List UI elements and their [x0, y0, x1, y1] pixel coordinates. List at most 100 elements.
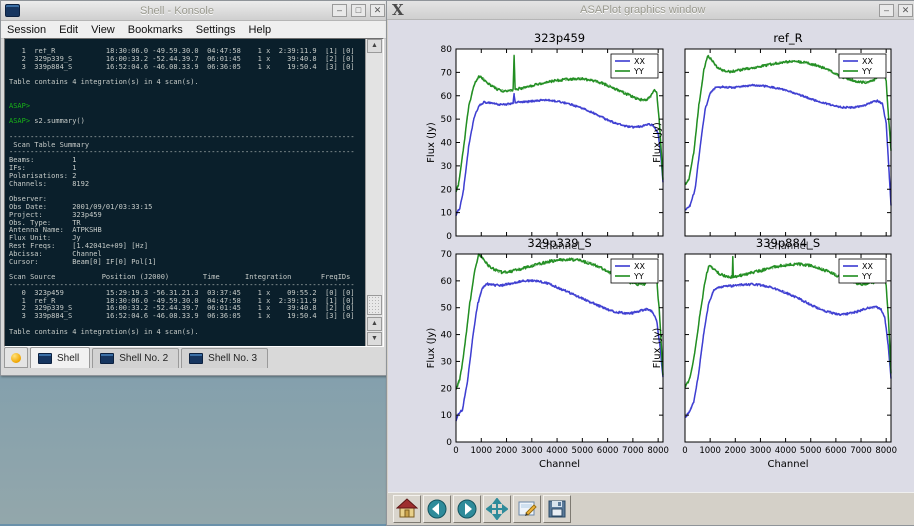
subplot-329p339_S: 329p339_S 0 1000 200030004000 50006000700080…: [426, 236, 669, 470]
menu-item-edit[interactable]: Edit: [59, 24, 78, 36]
plot-close-button[interactable]: ✕: [898, 4, 913, 17]
terminal-tab-icon: [189, 353, 203, 364]
konsole-window: Shell - Konsole – □ ✕ Session Edit View Boo…: [0, 0, 388, 376]
maximize-button[interactable]: □: [351, 4, 366, 17]
home-button[interactable]: [393, 495, 421, 523]
svg-text:70: 70: [441, 68, 453, 78]
close-button[interactable]: ✕: [370, 4, 385, 17]
svg-text:2000: 2000: [724, 446, 746, 456]
legend-label: XX: [634, 262, 645, 271]
subplot-323p459: 323p45901020304050607080Flux (Jy)XXYY: [426, 31, 663, 242]
terminal-tab-icon: [100, 353, 114, 364]
desktop: { "konsole": { "title": "Shell - Konsole…: [0, 0, 914, 524]
y-axis-label: Flux (Jy): [426, 328, 437, 369]
forward-button[interactable]: [453, 495, 481, 523]
plot-title: 323p459: [534, 31, 585, 45]
terminal-line: [9, 336, 365, 339]
konsole-window-title: Shell - Konsole: [24, 5, 330, 17]
konsole-tabbar: Shell Shell No. 2 Shell No. 3: [1, 348, 387, 368]
konsole-titlebar[interactable]: Shell - Konsole – □ ✕: [1, 1, 387, 21]
menu-item-help[interactable]: Help: [249, 24, 272, 36]
save-button[interactable]: [543, 495, 571, 523]
menu-item-session[interactable]: Session: [7, 24, 46, 36]
terminal-line: ASAP>: [9, 103, 365, 111]
svg-text:80: 80: [441, 45, 453, 55]
scroll-down-icon[interactable]: ▼: [367, 332, 382, 346]
svg-text:4000: 4000: [546, 446, 568, 456]
pan-button[interactable]: [483, 495, 511, 523]
legend-label: YY: [633, 67, 644, 76]
terminal-viewport[interactable]: 1 ref_R 18:30:06.0 -49.59.30.0 04:47:58 …: [4, 38, 384, 347]
svg-text:30: 30: [441, 162, 453, 172]
terminal-scrollbar[interactable]: ▲ ▲ ▼: [365, 39, 383, 346]
svg-text:70: 70: [441, 250, 453, 260]
svg-text:3000: 3000: [750, 446, 772, 456]
svg-text:60: 60: [441, 277, 453, 287]
menu-item-settings[interactable]: Settings: [196, 24, 236, 36]
legend-label: YY: [861, 67, 872, 76]
terminal-line: [9, 188, 365, 196]
y-axis-label: Flux (Jy): [426, 122, 437, 163]
tab-shell[interactable]: Shell: [30, 347, 90, 368]
forward-icon: [456, 498, 478, 520]
svg-text:2000: 2000: [496, 446, 518, 456]
asaplot-titlebar[interactable]: X ASAPlot graphics window – ✕: [387, 1, 914, 20]
svg-text:6000: 6000: [597, 446, 619, 456]
tab-label: Shell No. 2: [119, 353, 168, 364]
terminal-line: [9, 87, 365, 95]
svg-text:4000: 4000: [775, 446, 797, 456]
pan-icon: [486, 498, 508, 520]
terminal-text[interactable]: 1 ref_R 18:30:06.0 -49.59.30.0 04:47:58 …: [9, 48, 365, 339]
terminal-line: [9, 95, 365, 103]
svg-text:50: 50: [441, 304, 453, 314]
subplots-icon: [516, 498, 538, 520]
svg-text:8000: 8000: [875, 446, 897, 456]
subplot-339p884_S: 339p884_S0100020003000400050006000700080…: [652, 236, 897, 470]
y-axis-label: Flux (Jy): [652, 328, 663, 369]
minimize-button[interactable]: –: [332, 4, 347, 17]
tab-label: Shell: [57, 353, 79, 364]
figure-canvas[interactable]: ChannelChannel323p45901020304050607080Fl…: [388, 20, 914, 492]
svg-text:8000: 8000: [647, 446, 669, 456]
asap-prompt: ASAP>: [9, 102, 30, 110]
svg-text:3000: 3000: [521, 446, 543, 456]
tab-shell-no-2[interactable]: Shell No. 2: [92, 348, 179, 368]
plot-minimize-button[interactable]: –: [879, 4, 894, 17]
matplotlib-toolbar: [388, 492, 914, 524]
svg-text:10: 10: [441, 411, 453, 421]
konsole-menubar: Session Edit View Bookmarks Settings Help: [1, 21, 387, 39]
terminal-tab-icon: [38, 353, 52, 364]
subplot-ref_R: ref_RFlux (Jy)XXYY: [652, 31, 891, 236]
konsole-app-icon: [5, 4, 20, 17]
terminal-line: ASAP> s2.summary(): [9, 118, 365, 126]
svg-text:60: 60: [441, 92, 453, 102]
svg-text:5000: 5000: [572, 446, 594, 456]
svg-text:7000: 7000: [850, 446, 872, 456]
svg-text:50: 50: [441, 115, 453, 125]
terminal-line: 3 339p884_S 16:52:04.6 -46.08.33.9 06:36…: [9, 313, 365, 321]
svg-text:7000: 7000: [622, 446, 644, 456]
terminal-line: Table contains 4 integration(s) in 4 sca…: [9, 329, 365, 337]
scrollbar-thumb[interactable]: [367, 295, 382, 315]
svg-text:0: 0: [453, 446, 458, 456]
subplots-button[interactable]: [513, 495, 541, 523]
svg-text:20: 20: [441, 384, 453, 394]
svg-text:10: 10: [441, 209, 453, 219]
scroll-up-icon[interactable]: ▲: [367, 39, 382, 53]
asap-prompt: ASAP>: [9, 117, 30, 125]
new-session-icon: [11, 353, 21, 363]
tab-shell-no-3[interactable]: Shell No. 3: [181, 348, 268, 368]
back-button[interactable]: [423, 495, 451, 523]
legend-label: YY: [861, 272, 872, 281]
plot-title: 329p339_S: [527, 236, 591, 250]
svg-text:1000: 1000: [470, 446, 492, 456]
svg-text:40: 40: [441, 139, 453, 149]
scroll-up2-icon[interactable]: ▲: [367, 317, 382, 331]
terminal-line: 3 339p884_S 16:52:04.6 -46.08.33.9 06:36…: [9, 64, 365, 72]
save-icon: [546, 498, 568, 520]
new-session-button[interactable]: [4, 347, 28, 368]
legend-label: XX: [862, 262, 873, 271]
menu-item-view[interactable]: View: [91, 24, 115, 36]
menu-item-bookmarks[interactable]: Bookmarks: [128, 24, 183, 36]
svg-text:5000: 5000: [800, 446, 822, 456]
